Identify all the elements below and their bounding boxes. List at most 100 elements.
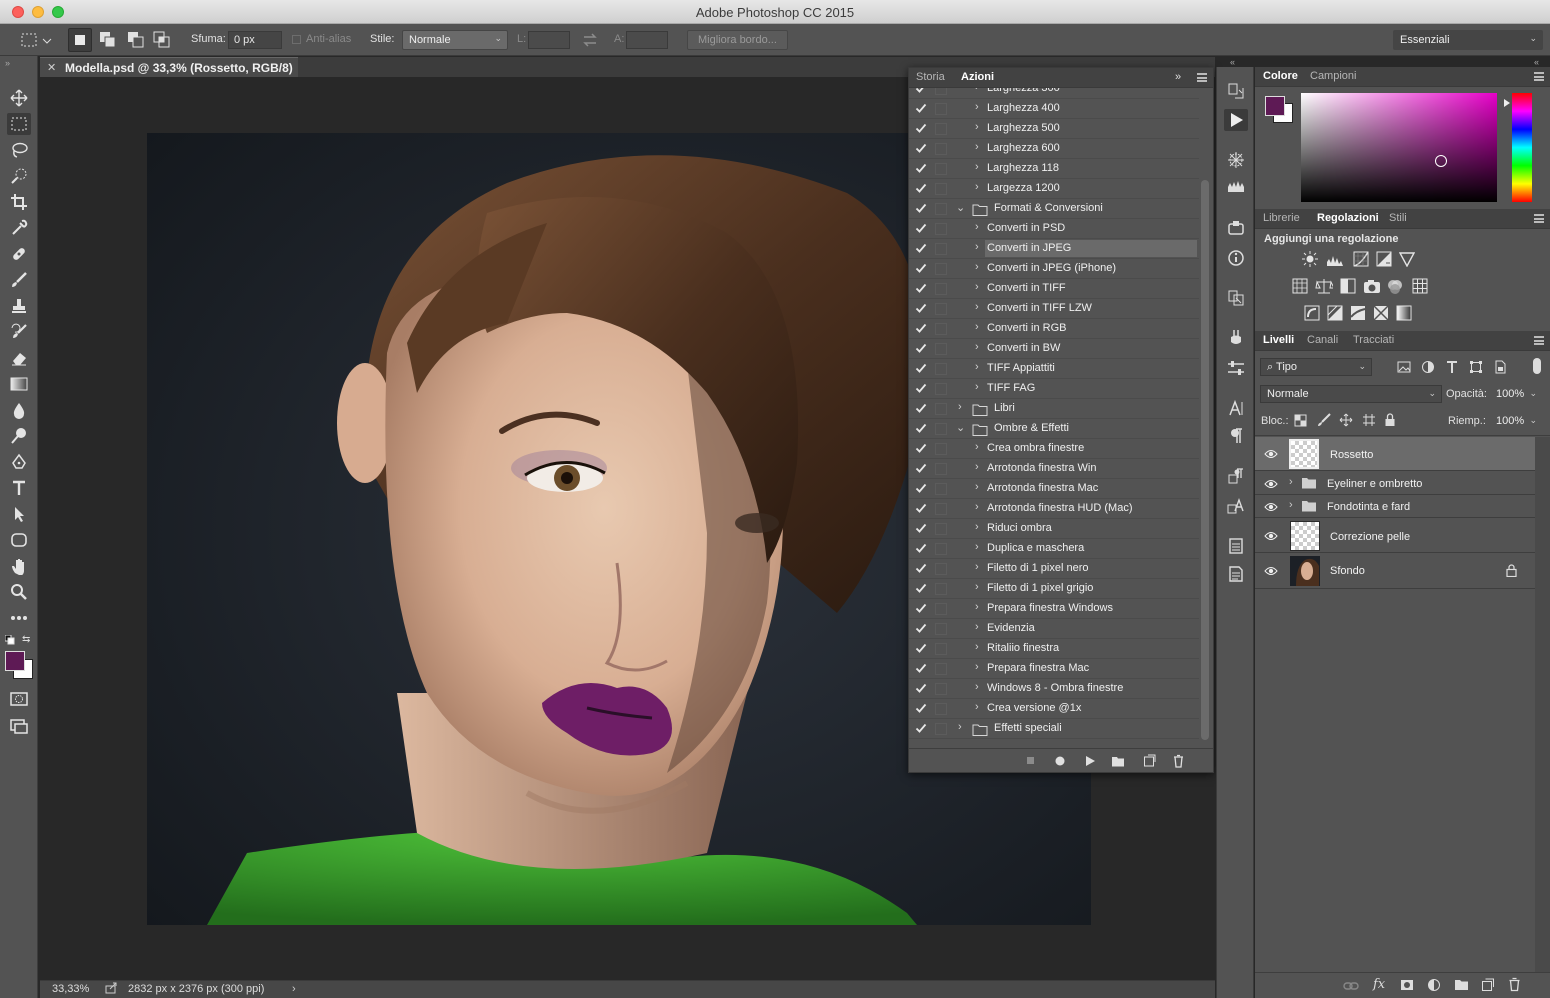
chevron-right-icon[interactable]: › xyxy=(975,561,979,573)
panel-menu-icon[interactable] xyxy=(1534,72,1544,81)
lock-artboard-icon[interactable] xyxy=(1362,413,1376,427)
levels-icon[interactable] xyxy=(1326,251,1344,267)
path-selection-tool[interactable] xyxy=(7,503,31,525)
clone-stamp-tool[interactable] xyxy=(7,295,31,317)
checkmark-icon[interactable] xyxy=(915,162,927,174)
chevron-right-icon[interactable]: › xyxy=(975,241,979,253)
document-tab[interactable]: ✕ Modella.psd @ 33,3% (Rossetto, RGB/8) xyxy=(40,57,298,77)
collapse-dock-icon[interactable]: « xyxy=(1230,57,1235,67)
hue-slider[interactable] xyxy=(1512,93,1532,202)
checkmark-icon[interactable] xyxy=(915,602,927,614)
timeline-button[interactable] xyxy=(1224,327,1248,349)
chevron-right-icon[interactable]: › xyxy=(975,481,979,493)
action-set-row[interactable]: ⌄ Ombre & Effetti xyxy=(909,419,1199,439)
dialog-toggle-box[interactable] xyxy=(935,183,947,195)
lock-image-pixels-icon[interactable] xyxy=(1317,413,1331,427)
move-tool[interactable] xyxy=(7,87,31,109)
dialog-toggle-box[interactable] xyxy=(935,403,947,415)
chevron-right-icon[interactable]: › xyxy=(975,261,979,273)
tab-adjustments[interactable]: Regolazioni xyxy=(1317,212,1379,224)
info-panel-button[interactable] xyxy=(1224,247,1248,269)
checkmark-icon[interactable] xyxy=(915,462,927,474)
dialog-toggle-box[interactable] xyxy=(935,443,947,455)
shape-tool[interactable] xyxy=(7,529,31,551)
checkmark-icon[interactable] xyxy=(915,582,927,594)
checkmark-icon[interactable] xyxy=(915,322,927,334)
hand-tool[interactable] xyxy=(7,555,31,577)
status-menu-chevron-icon[interactable]: › xyxy=(292,983,296,995)
tab-history[interactable]: Storia xyxy=(916,71,945,83)
pixel-layer-filter-icon[interactable] xyxy=(1397,360,1411,374)
checkmark-icon[interactable] xyxy=(915,422,927,434)
style-select[interactable]: Normale ⌄ xyxy=(402,30,508,50)
new-layer-icon[interactable] xyxy=(1481,978,1495,992)
color-panel-foreground-swatch[interactable] xyxy=(1265,96,1285,116)
new-group-folder-icon[interactable] xyxy=(1454,978,1469,991)
action-row[interactable]: › Largezza 1200 xyxy=(909,179,1199,199)
checkmark-icon[interactable] xyxy=(915,342,927,354)
color-picker-ring[interactable] xyxy=(1435,155,1447,167)
checkmark-icon[interactable] xyxy=(915,302,927,314)
color-field[interactable] xyxy=(1301,93,1497,202)
action-set-row[interactable]: ⌄ Formati & Conversioni xyxy=(909,199,1199,219)
dialog-toggle-box[interactable] xyxy=(935,663,947,675)
action-row[interactable]: › Larghezza 300 xyxy=(909,88,1199,99)
dialog-toggle-box[interactable] xyxy=(935,283,947,295)
action-row[interactable]: › Converti in PSD xyxy=(909,219,1199,239)
add-to-selection-button[interactable] xyxy=(96,28,120,52)
action-row[interactable]: › Larghezza 400 xyxy=(909,99,1199,119)
chevron-right-icon[interactable]: › xyxy=(975,501,979,513)
dialog-toggle-box[interactable] xyxy=(935,543,947,555)
checkmark-icon[interactable] xyxy=(915,182,927,194)
dialog-toggle-box[interactable] xyxy=(935,603,947,615)
eraser-tool[interactable] xyxy=(7,347,31,369)
action-row[interactable]: › Converti in BW xyxy=(909,339,1199,359)
checkmark-icon[interactable] xyxy=(915,282,927,294)
hue-saturation-icon[interactable] xyxy=(1292,278,1308,294)
dialog-toggle-box[interactable] xyxy=(935,643,947,655)
layer-name[interactable]: Eyeliner e ombretto xyxy=(1327,478,1422,490)
paragraph-styles-button[interactable] xyxy=(1224,465,1248,487)
chevron-right-icon[interactable]: › xyxy=(975,581,979,593)
chevron-right-icon[interactable]: › xyxy=(958,401,962,413)
play-icon[interactable] xyxy=(1084,755,1096,767)
posterize-icon[interactable] xyxy=(1327,305,1343,321)
tab-actions[interactable]: Azioni xyxy=(959,68,994,88)
brightness-contrast-icon[interactable] xyxy=(1302,251,1318,267)
glyphs-panel-button[interactable] xyxy=(1224,563,1248,585)
notes-panel-button[interactable] xyxy=(1224,535,1248,557)
chevron-right-icon[interactable]: › xyxy=(975,301,979,313)
character-panel-button[interactable] xyxy=(1224,397,1248,419)
checkmark-icon[interactable] xyxy=(915,542,927,554)
action-row[interactable]: › Larghezza 600 xyxy=(909,139,1199,159)
action-row[interactable]: › Larghezza 118 xyxy=(909,159,1199,179)
chevron-right-icon[interactable]: › xyxy=(975,361,979,373)
chevron-down-icon[interactable]: ⌄ xyxy=(956,421,965,434)
gradient-tool[interactable] xyxy=(7,373,31,395)
collapse-toolbar-icon[interactable]: » xyxy=(5,58,10,68)
action-row[interactable]: › Arrotonda finestra Mac xyxy=(909,479,1199,499)
checkmark-icon[interactable] xyxy=(915,402,927,414)
checkmark-icon[interactable] xyxy=(915,102,927,114)
chevron-right-icon[interactable]: › xyxy=(975,161,979,173)
swap-colors-icon[interactable]: ⇆ xyxy=(22,634,30,645)
chevron-right-icon[interactable]: › xyxy=(975,181,979,193)
layer-row-eyeliner-group[interactable]: › Eyeliner e ombretto xyxy=(1255,472,1535,495)
chevron-right-icon[interactable]: › xyxy=(975,221,979,233)
dialog-toggle-box[interactable] xyxy=(935,143,947,155)
eye-visibility-icon[interactable] xyxy=(1264,529,1278,543)
color-lookup-icon[interactable] xyxy=(1412,278,1428,294)
type-layer-filter-icon[interactable] xyxy=(1445,360,1459,374)
chevron-right-icon[interactable]: › xyxy=(975,521,979,533)
history-panel-button[interactable] xyxy=(1224,80,1248,102)
tool-presets-button[interactable] xyxy=(1224,217,1248,239)
tab-color[interactable]: Colore xyxy=(1263,70,1298,82)
eye-visibility-icon[interactable] xyxy=(1264,500,1278,514)
intersect-selection-button[interactable] xyxy=(150,28,174,52)
blur-tool[interactable] xyxy=(7,399,31,421)
action-row[interactable]: › TIFF Appiattiti xyxy=(909,359,1199,379)
action-row[interactable]: › Riduci ombra xyxy=(909,519,1199,539)
layer-name[interactable]: Rossetto xyxy=(1330,449,1373,461)
foreground-color-swatch[interactable] xyxy=(5,651,25,671)
dialog-toggle-box[interactable] xyxy=(935,503,947,515)
